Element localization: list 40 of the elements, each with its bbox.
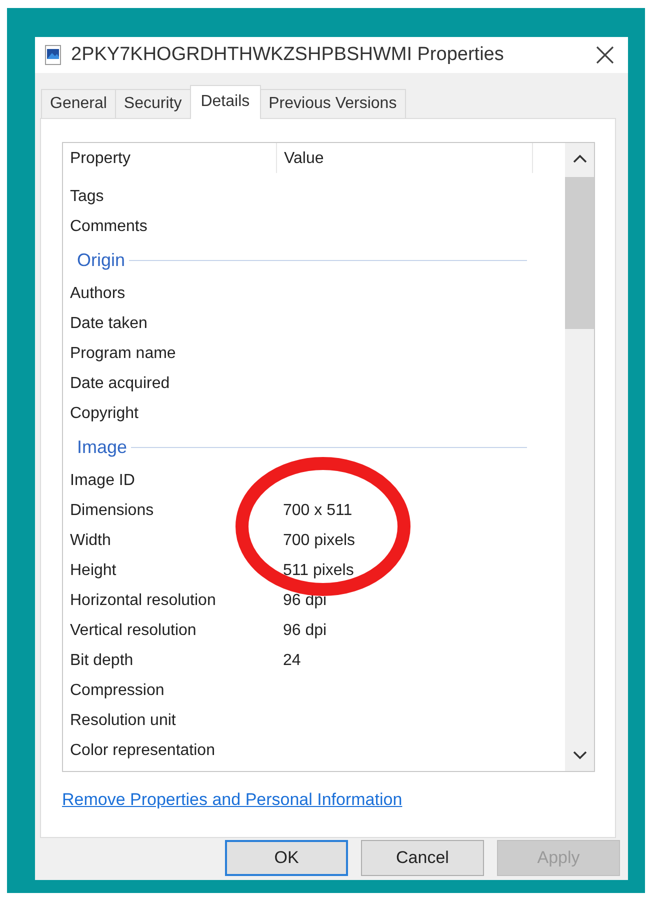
table-cell-text: Image ID bbox=[69, 472, 136, 490]
table-cell-text: Copyright bbox=[69, 405, 140, 423]
window-title: 2PKY7KHOGRDHTHWKZSHPBSHWMI Properties bbox=[71, 44, 505, 66]
scroll-thumb[interactable] bbox=[565, 177, 594, 329]
table-cell-text: Resolution unit bbox=[69, 712, 177, 730]
remove-properties-link[interactable]: Remove Properties and Personal Information bbox=[62, 790, 402, 810]
table-cell: 700 x 511 bbox=[283, 502, 352, 520]
group-header: Origin bbox=[77, 250, 126, 271]
table-cell-text: Authors bbox=[69, 285, 126, 303]
table-cell-text: Date taken bbox=[69, 315, 148, 333]
tab[interactable]: Details bbox=[190, 85, 261, 119]
table-cell-text: Program name bbox=[69, 345, 177, 363]
table-cell-text: Comments bbox=[69, 218, 148, 236]
table-cell-text: Vertical resolution bbox=[69, 622, 198, 640]
table-cell: 96 dpi bbox=[283, 592, 327, 610]
dialog-button[interactable]: Cancel bbox=[361, 840, 484, 876]
tab[interactable]: Previous Versions bbox=[260, 89, 406, 118]
table-cell-text: Date acquired bbox=[69, 375, 171, 393]
table-cell-text: Color representation bbox=[69, 742, 216, 760]
table-cell-text: Horizontal resolution bbox=[69, 592, 217, 610]
table-cell-text: Bit depth bbox=[69, 652, 134, 670]
scrollbar[interactable] bbox=[565, 143, 594, 771]
column-header[interactable]: Property bbox=[63, 143, 277, 173]
column-header[interactable]: Value bbox=[277, 143, 533, 173]
table-cell-text: Compression bbox=[69, 682, 166, 700]
group-header: Image bbox=[77, 437, 128, 458]
scroll-down-icon[interactable] bbox=[572, 751, 586, 760]
table-cell: 24 bbox=[283, 652, 301, 670]
table-cell-text: Tags bbox=[69, 188, 105, 206]
tab[interactable]: General bbox=[41, 89, 116, 118]
image-file-icon bbox=[45, 45, 61, 65]
table-cell: 700 pixels bbox=[283, 532, 356, 550]
dialog-button[interactable]: OK bbox=[225, 840, 348, 876]
table-cell-text: Width bbox=[69, 532, 112, 550]
table-cell: 96 dpi bbox=[283, 622, 327, 640]
table-cell: 511 pixels bbox=[283, 562, 354, 580]
scroll-up-icon[interactable] bbox=[572, 154, 586, 163]
table-cell-text: Dimensions bbox=[69, 502, 155, 520]
table-cell-text: Height bbox=[69, 562, 118, 580]
close-icon[interactable] bbox=[596, 46, 614, 64]
